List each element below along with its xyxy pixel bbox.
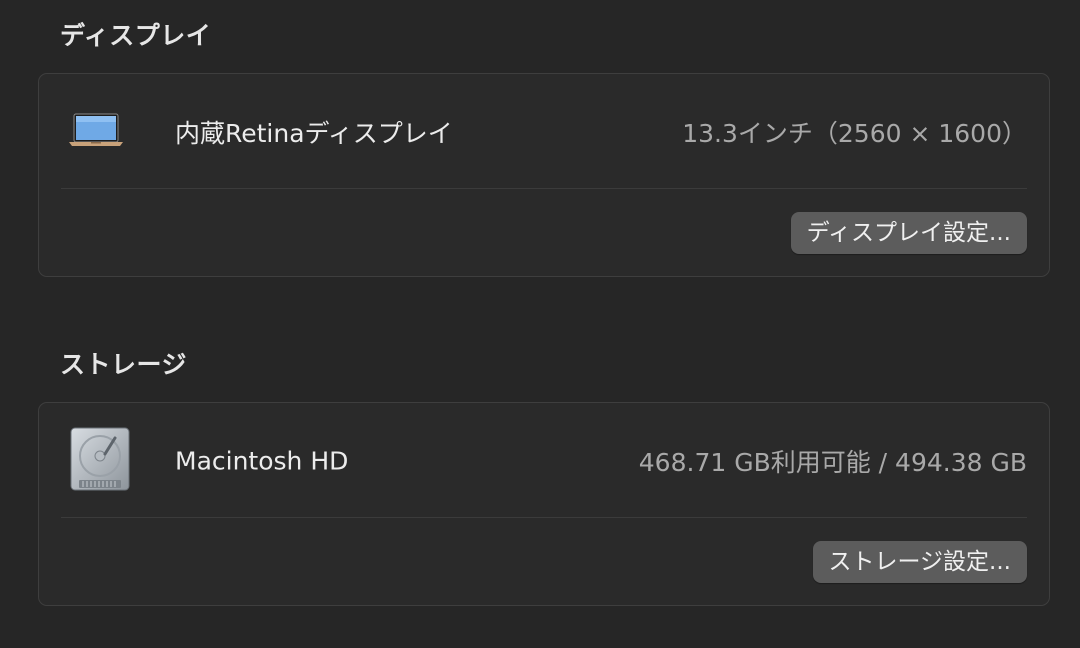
storage-row: Macintosh HD 468.71 GB利用可能 / 494.38 GB [61,411,1027,511]
display-settings-button[interactable]: ディスプレイ設定... [790,212,1027,254]
display-name: 内蔵Retinaディスプレイ [175,119,453,148]
storage-capacity: 468.71 GB利用可能 / 494.38 GB [638,448,1027,477]
display-divider [61,188,1027,189]
hard-drive-icon [69,426,131,496]
storage-panel: Macintosh HD 468.71 GB利用可能 / 494.38 GB ス… [38,402,1050,606]
storage-settings-button[interactable]: ストレージ設定... [812,541,1027,583]
display-resolution: 13.3インチ（2560 × 1600） [682,119,1027,148]
display-row: 内蔵Retinaディスプレイ 13.3インチ（2560 × 1600） [61,82,1027,182]
storage-divider [61,517,1027,518]
display-section-title: ディスプレイ [60,21,212,50]
laptop-icon [69,112,123,152]
storage-name: Macintosh HD [175,446,349,476]
storage-section-title: ストレージ [60,350,188,379]
system-info-page: ディスプレイ 内蔵Retinaディスプレイ 13.3インチ（2560 × 160… [0,0,1080,648]
display-panel: 内蔵Retinaディスプレイ 13.3インチ（2560 × 1600） ディスプ… [38,73,1050,277]
